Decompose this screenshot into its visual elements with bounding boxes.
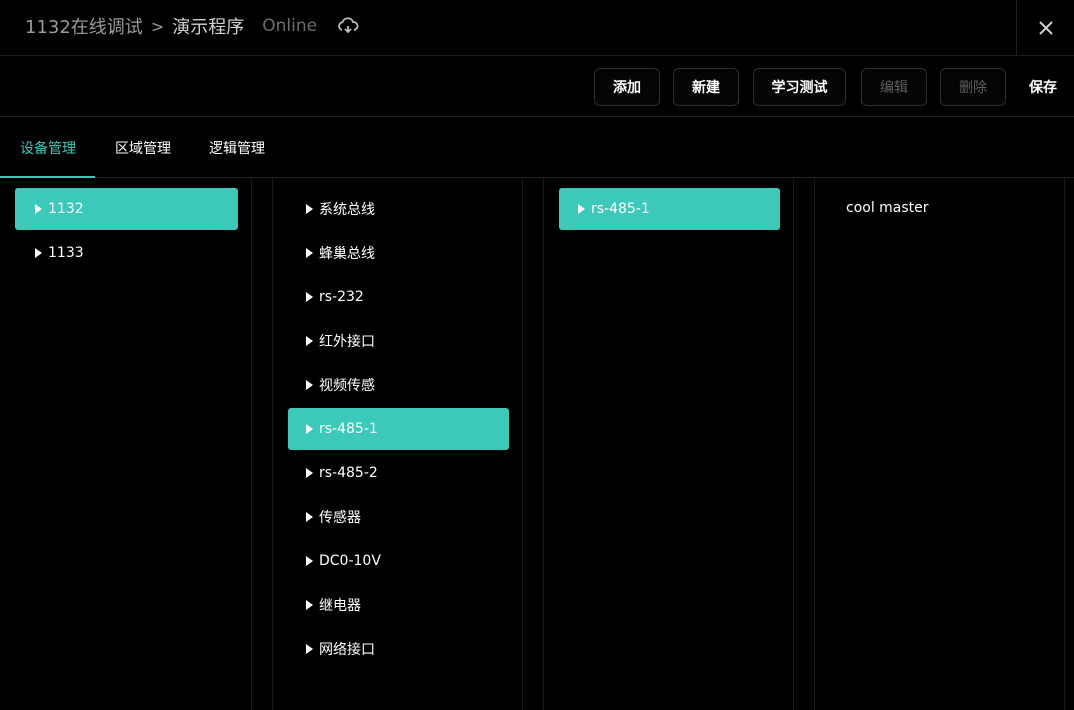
interface-item[interactable]: rs-485-2 <box>288 452 509 494</box>
cloud-sync-icon[interactable] <box>337 17 359 35</box>
caret-right-icon <box>306 424 313 434</box>
driver-item[interactable]: cool master <box>846 200 929 216</box>
breadcrumb-current: 演示程序 <box>172 17 245 38</box>
caret-right-icon <box>578 204 585 214</box>
interface-item[interactable]: 传感器 <box>288 496 509 538</box>
breadcrumb: 1132在线调试 > 演示程序 Online <box>25 13 359 39</box>
caret-right-icon <box>35 248 42 258</box>
tab-bar: 设备管理 区域管理 逻辑管理 <box>0 117 1074 178</box>
column-divider <box>814 178 815 710</box>
interface-item[interactable]: rs-232 <box>288 276 509 318</box>
connection-status: Online <box>262 16 318 36</box>
column-divider <box>543 178 544 710</box>
caret-right-icon <box>306 644 313 654</box>
caret-right-icon <box>306 556 313 566</box>
interface-item[interactable]: 视频传感 <box>288 364 509 406</box>
tab-area-management[interactable]: 区域管理 <box>115 117 171 178</box>
interface-label: rs-485-1 <box>319 421 378 437</box>
save-button[interactable]: 保存 <box>1022 68 1064 106</box>
tab-device-management[interactable]: 设备管理 <box>20 117 76 178</box>
device-item-1132[interactable]: 1132 <box>15 188 238 230</box>
interface-item-selected[interactable]: rs-485-1 <box>288 408 509 450</box>
interface-item[interactable]: 蜂巢总线 <box>288 232 509 274</box>
device-label: 1133 <box>48 245 84 261</box>
device-item-1133[interactable]: 1133 <box>15 232 238 274</box>
caret-right-icon <box>306 204 313 214</box>
toolbar: 添加 新建 学习测试 编辑 删除 保存 <box>0 56 1074 117</box>
delete-button[interactable]: 删除 <box>940 68 1006 106</box>
interface-label: rs-232 <box>319 289 364 305</box>
caret-right-icon <box>306 380 313 390</box>
column-divider <box>272 178 273 710</box>
caret-right-icon <box>306 512 313 522</box>
interface-label: 传感器 <box>319 510 361 526</box>
breadcrumb-separator: > <box>150 16 165 36</box>
interface-label: 蜂巢总线 <box>319 246 375 262</box>
caret-right-icon <box>306 600 313 610</box>
channel-item-selected[interactable]: rs-485-1 <box>559 188 780 230</box>
channel-label: rs-485-1 <box>591 201 650 217</box>
interface-label: DC0-10V <box>319 553 381 569</box>
caret-right-icon <box>306 248 313 258</box>
caret-right-icon <box>306 468 313 478</box>
active-tab-indicator <box>0 176 95 178</box>
device-label: 1132 <box>48 201 84 217</box>
column-divider <box>522 178 523 710</box>
column-divider <box>1064 178 1065 710</box>
caret-right-icon <box>306 336 313 346</box>
interface-label: rs-485-2 <box>319 465 378 481</box>
add-button[interactable]: 添加 <box>594 68 660 106</box>
learn-test-button[interactable]: 学习测试 <box>753 68 846 106</box>
interface-label: 视频传感 <box>319 378 375 394</box>
caret-right-icon <box>306 292 313 302</box>
edit-button[interactable]: 编辑 <box>861 68 927 106</box>
tab-logic-management[interactable]: 逻辑管理 <box>209 117 265 178</box>
column-divider <box>793 178 794 710</box>
window-header: 1132在线调试 > 演示程序 Online <box>0 0 1074 56</box>
column-divider <box>251 178 252 710</box>
caret-right-icon <box>35 204 42 214</box>
interface-item[interactable]: 继电器 <box>288 584 509 626</box>
interface-item[interactable]: 系统总线 <box>288 188 509 230</box>
interface-item[interactable]: 网络接口 <box>288 628 509 670</box>
close-icon <box>1038 20 1053 35</box>
close-button[interactable] <box>1016 0 1074 55</box>
interface-label: 继电器 <box>319 598 361 614</box>
interface-label: 网络接口 <box>319 642 375 658</box>
interface-item[interactable]: DC0-10V <box>288 540 509 582</box>
interface-label: 系统总线 <box>319 202 375 218</box>
new-button[interactable]: 新建 <box>673 68 739 106</box>
interface-item[interactable]: 红外接口 <box>288 320 509 362</box>
interface-label: 红外接口 <box>319 334 375 350</box>
breadcrumb-root[interactable]: 1132在线调试 <box>25 13 143 39</box>
